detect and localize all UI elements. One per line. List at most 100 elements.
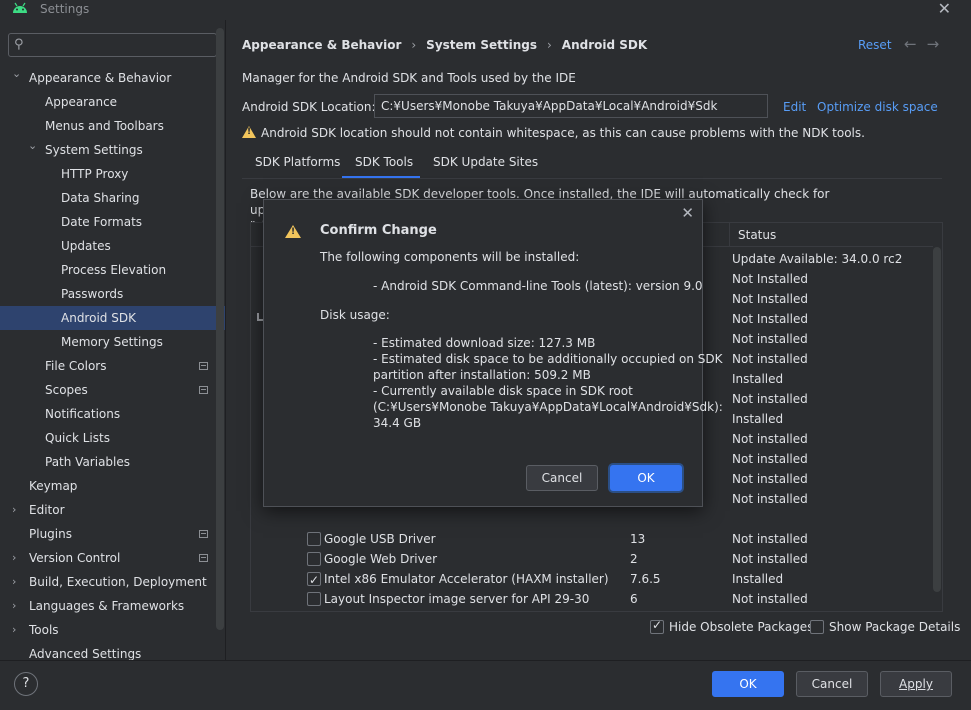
breadcrumb-item: System Settings bbox=[426, 38, 537, 52]
sidebar-item[interactable]: Keymap bbox=[0, 474, 225, 498]
sidebar-item[interactable]: Appearance bbox=[0, 90, 225, 114]
sidebar-item[interactable]: Updates bbox=[0, 234, 225, 258]
row-checkbox[interactable] bbox=[307, 592, 321, 606]
dialog-line: 34.4 GB bbox=[373, 416, 422, 430]
dialog-line: partition after installation: 509.2 MB bbox=[373, 368, 591, 382]
chevron-down-icon[interactable]: ⌄ bbox=[28, 134, 40, 158]
hide-obsolete-checkbox[interactable]: Hide Obsolete Packages bbox=[650, 618, 813, 634]
sidebar-item-label: Menus and Toolbars bbox=[45, 119, 164, 133]
sidebar-item[interactable]: › Build, Execution, Deployment bbox=[0, 570, 225, 594]
sidebar-item[interactable]: › Tools bbox=[0, 618, 225, 642]
sidebar-item-label: Date Formats bbox=[61, 215, 143, 229]
chevron-right-icon[interactable]: › bbox=[12, 546, 24, 570]
status-cell: Installed bbox=[732, 372, 784, 386]
checkbox[interactable] bbox=[810, 620, 824, 634]
tab-sdk-platforms[interactable]: SDK Platforms bbox=[242, 148, 340, 178]
row-checkbox[interactable] bbox=[307, 570, 321, 590]
close-window-icon[interactable]: ✕ bbox=[938, 0, 951, 18]
table-row[interactable]: Layout Inspector image server for API 29… bbox=[251, 589, 933, 609]
edit-link[interactable]: Edit bbox=[783, 100, 806, 114]
sidebar-item[interactable]: Plugins bbox=[0, 522, 225, 546]
sidebar-item[interactable]: Path Variables bbox=[0, 450, 225, 474]
sidebar-item-label: Updates bbox=[61, 239, 111, 253]
tab-sdk-update-sites[interactable]: SDK Update Sites bbox=[430, 148, 538, 178]
sidebar-item-label: Notifications bbox=[45, 407, 121, 421]
sidebar-item[interactable]: Notifications bbox=[0, 402, 225, 426]
status-cell: Not installed bbox=[732, 392, 808, 406]
sidebar-item-label: Keymap bbox=[29, 479, 78, 493]
sidebar-item[interactable]: Passwords bbox=[0, 282, 225, 306]
sidebar-item[interactable]: Quick Lists bbox=[0, 426, 225, 450]
sidebar-scrollbar[interactable] bbox=[216, 28, 224, 630]
dialog-cancel-button[interactable]: Cancel bbox=[526, 465, 598, 491]
right-edge bbox=[964, 20, 971, 660]
project-level-icon bbox=[199, 362, 208, 370]
reset-link[interactable]: Reset bbox=[858, 38, 892, 52]
chevron-right-icon[interactable]: › bbox=[12, 570, 24, 594]
table-scrollbar[interactable] bbox=[933, 247, 941, 592]
sidebar-item-label: Path Variables bbox=[45, 455, 131, 469]
table-row[interactable]: Google Web Driver 2 Not installed bbox=[251, 549, 933, 569]
sidebar-item[interactable]: › Version Control bbox=[0, 546, 225, 570]
dialog-footer: ? OK Cancel Apply bbox=[0, 660, 971, 710]
sidebar-item-label: Tools bbox=[29, 623, 59, 637]
chevron-right-icon: › bbox=[411, 38, 417, 52]
optimize-disk-space-link[interactable]: Optimize disk space bbox=[817, 100, 938, 114]
sidebar-item[interactable]: ⌄ System Settings bbox=[0, 138, 225, 162]
cancel-button[interactable]: Cancel bbox=[796, 671, 868, 697]
name-cell: Layout Inspector image server for API 31… bbox=[324, 609, 589, 611]
sidebar-item[interactable]: Date Formats bbox=[0, 210, 225, 234]
sidebar-item-label: Passwords bbox=[61, 287, 124, 301]
tab-sdk-tools[interactable]: SDK Tools bbox=[342, 148, 420, 178]
name-cell: Google USB Driver bbox=[324, 532, 436, 546]
table-row[interactable]: Google USB Driver 13 Not installed bbox=[251, 529, 933, 549]
checkbox[interactable] bbox=[650, 618, 664, 634]
sidebar-item-label: HTTP Proxy bbox=[61, 167, 129, 181]
close-icon[interactable]: ✕ bbox=[681, 204, 694, 222]
dialog-ok-button[interactable]: OK bbox=[610, 465, 682, 491]
confirm-change-dialog: ✕ Confirm Change The following component… bbox=[263, 199, 723, 507]
show-package-details-checkbox[interactable]: Show Package Details bbox=[810, 620, 960, 634]
status-cell: Not Installed bbox=[732, 312, 808, 326]
sidebar-item[interactable]: ⌄ Appearance & Behavior bbox=[0, 66, 225, 90]
status-cell: Not installed bbox=[732, 492, 808, 506]
forward-arrow-icon[interactable]: → bbox=[927, 35, 950, 53]
status-column-header[interactable]: Status bbox=[729, 223, 933, 247]
row-checkbox[interactable] bbox=[307, 552, 321, 566]
sidebar-item[interactable]: Memory Settings bbox=[0, 330, 225, 354]
version-cell: 3 bbox=[630, 609, 638, 611]
android-icon bbox=[13, 2, 27, 13]
sidebar-item[interactable]: HTTP Proxy bbox=[0, 162, 225, 186]
whitespace-warning: Android SDK location should not contain … bbox=[242, 126, 865, 140]
help-button[interactable]: ? bbox=[14, 672, 38, 696]
disk-usage-label: Disk usage: bbox=[320, 308, 390, 322]
chevron-right-icon[interactable]: › bbox=[12, 618, 24, 642]
ok-button[interactable]: OK bbox=[712, 671, 784, 697]
back-arrow-icon[interactable]: ← bbox=[904, 35, 927, 53]
sidebar-item-label: Plugins bbox=[29, 527, 72, 541]
page-description: Manager for the Android SDK and Tools us… bbox=[242, 71, 576, 85]
sidebar-item[interactable]: › Languages & Frameworks bbox=[0, 594, 225, 618]
status-cell: Not installed bbox=[732, 432, 808, 446]
chevron-right-icon[interactable]: › bbox=[12, 594, 24, 618]
settings-search-input[interactable]: ⚲ bbox=[8, 33, 217, 57]
sidebar-item[interactable]: Process Elevation bbox=[0, 258, 225, 282]
sdk-location-field[interactable]: C:¥Users¥Monobe Takuya¥AppData¥Local¥And… bbox=[374, 94, 768, 118]
sidebar-item[interactable]: File Colors bbox=[0, 354, 225, 378]
sidebar-item-label: Editor bbox=[29, 503, 65, 517]
sidebar-item[interactable]: Data Sharing bbox=[0, 186, 225, 210]
status-cell: Installed bbox=[732, 412, 784, 426]
sidebar-item[interactable]: Scopes bbox=[0, 378, 225, 402]
sidebar-item-label: Data Sharing bbox=[61, 191, 140, 205]
row-checkbox[interactable] bbox=[307, 532, 321, 546]
sidebar-item[interactable]: › Editor bbox=[0, 498, 225, 522]
chevron-down-icon[interactable]: ⌄ bbox=[12, 62, 24, 86]
apply-button[interactable]: Apply bbox=[880, 671, 952, 697]
table-row[interactable]: Layout Inspector image server for API 31… bbox=[251, 609, 933, 611]
breadcrumb: Appearance & Behavior › System Settings › An… bbox=[242, 38, 647, 52]
table-row[interactable]: Intel x86 Emulator Accelerator (HAXM ins… bbox=[251, 569, 933, 590]
sidebar-item[interactable]: Android SDK bbox=[0, 306, 225, 330]
tabs-divider bbox=[242, 178, 942, 179]
chevron-right-icon[interactable]: › bbox=[12, 498, 24, 522]
warning-icon bbox=[242, 126, 256, 138]
